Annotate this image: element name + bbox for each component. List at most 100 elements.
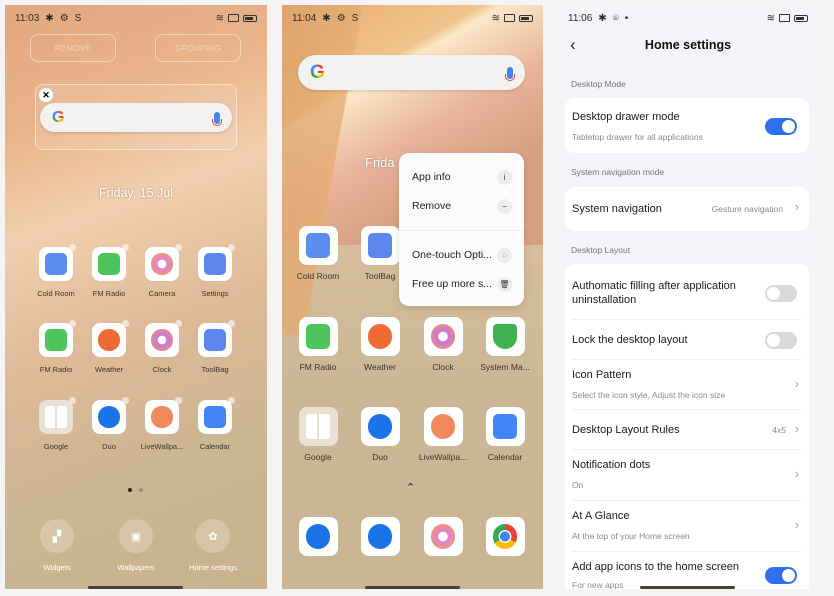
app-weather[interactable]: Weather <box>350 317 410 372</box>
add-app-icons-row[interactable]: Add app icons to the home screen For new… <box>572 560 802 589</box>
app-tile[interactable] <box>198 397 235 434</box>
app-phone[interactable] <box>288 517 348 556</box>
app-radio[interactable]: FM Radio <box>79 244 139 298</box>
page-indicator[interactable] <box>128 488 143 492</box>
home-indicator[interactable] <box>365 586 460 589</box>
notification-dot <box>69 397 76 404</box>
menu-item-label: Remove <box>412 200 452 212</box>
search-widget-frame[interactable]: ✕ G <box>35 84 237 150</box>
weather-icon <box>367 324 393 349</box>
app-tile[interactable] <box>92 244 129 281</box>
app-chrome[interactable] <box>475 517 535 556</box>
app-tile[interactable] <box>360 317 400 356</box>
app-tile[interactable] <box>298 317 338 356</box>
app-tile[interactable] <box>39 320 76 357</box>
menu-item-free-up-space[interactable]: Free up more s... 🗑 <box>412 274 512 294</box>
app-tile[interactable] <box>92 320 129 357</box>
duo-icon <box>98 406 120 428</box>
app-duo[interactable]: Duo <box>350 407 410 462</box>
desktop-drawer-toggle[interactable] <box>765 118 797 135</box>
home-indicator[interactable] <box>640 586 735 589</box>
lock-layout-row[interactable]: Lock the desktop layout <box>572 332 802 349</box>
app-paint-roller[interactable]: LiveWallpa... <box>132 397 192 451</box>
google-search-bar[interactable]: G <box>40 103 232 132</box>
radio-icon <box>98 253 120 275</box>
app-tile[interactable] <box>145 320 182 357</box>
menu-item-remove[interactable]: Remove − <box>412 196 512 216</box>
app-google-folder[interactable]: Google <box>26 397 86 451</box>
page-dot-active[interactable] <box>128 488 132 492</box>
app-label: Duo <box>372 452 388 462</box>
app-tile[interactable] <box>145 397 182 434</box>
app-tile[interactable] <box>298 226 338 265</box>
action-circle[interactable]: ▞ <box>40 519 74 553</box>
home-indicator[interactable] <box>88 586 183 589</box>
mic-icon[interactable] <box>212 111 222 126</box>
auto-fill-toggle[interactable] <box>765 285 797 302</box>
app-tile[interactable] <box>298 407 338 446</box>
app-tile[interactable] <box>298 517 338 556</box>
page-dot[interactable] <box>139 488 143 492</box>
app-camera[interactable] <box>413 517 473 556</box>
app-shield[interactable]: System Ma... <box>475 317 535 372</box>
app-cube[interactable]: Cold Room <box>288 226 348 281</box>
action-widgets[interactable]: ▞ Widgets <box>22 519 92 572</box>
app-radio[interactable]: FM Radio <box>26 320 86 374</box>
auto-fill-row[interactable]: Authomatic filling after application uni… <box>572 279 802 309</box>
app-tile[interactable] <box>145 244 182 281</box>
app-tile[interactable] <box>423 317 463 356</box>
app-calendar[interactable]: Calendar <box>185 397 245 451</box>
app-drawer-chevron-up-icon[interactable]: ⌃ <box>406 481 415 494</box>
app-tile[interactable] <box>485 517 525 556</box>
app-google-folder[interactable]: Google <box>288 407 348 462</box>
menu-item-one-touch-optimize[interactable]: One-touch Opti... ◌ <box>412 245 512 265</box>
app-messages[interactable] <box>350 517 410 556</box>
home-settings-screen: 11:06 ✱ ⌾ • ≋ ‹ Home settings Desktop Mo… <box>558 5 818 589</box>
action-circle[interactable]: ✿ <box>196 519 230 553</box>
app-tile[interactable] <box>360 407 400 446</box>
app-calendar[interactable]: Calendar <box>475 407 535 462</box>
remove-button[interactable]: REMOVE <box>30 34 116 62</box>
app-tile[interactable] <box>92 397 129 434</box>
app-tile[interactable] <box>360 517 400 556</box>
lock-layout-toggle[interactable] <box>765 332 797 349</box>
at-a-glance-row[interactable]: At A Glance At the top of your Home scre… <box>572 509 802 545</box>
app-duo[interactable]: Duo <box>79 397 139 451</box>
notification-dots-row[interactable]: Notification dots On › <box>572 458 802 494</box>
status-time: 11:06 <box>568 12 593 24</box>
app-tile[interactable] <box>198 320 235 357</box>
icon-pattern-row[interactable]: Icon Pattern Select the icon style, Adju… <box>572 368 802 404</box>
app-camera[interactable]: Camera <box>132 244 192 298</box>
menu-item-label: App info <box>412 171 451 183</box>
desktop-drawer-card[interactable]: Desktop drawer mode Tabletop drawer for … <box>565 98 809 153</box>
google-search-bar[interactable]: G <box>298 55 525 90</box>
app-tile[interactable] <box>39 397 76 434</box>
action-gear[interactable]: ✿ Home settings <box>178 519 248 572</box>
app-tile[interactable] <box>485 317 525 356</box>
app-tile[interactable] <box>39 244 76 281</box>
action-wallpaper[interactable]: ▣ Wallpapers <box>101 519 171 572</box>
app-clock[interactable]: Clock <box>413 317 473 372</box>
app-settings[interactable]: Settings <box>185 244 245 298</box>
system-navigation-row[interactable]: System navigation Gesture navigation › <box>565 187 809 231</box>
app-tile[interactable] <box>423 517 463 556</box>
app-paint-roller[interactable]: LiveWallpa... <box>413 407 473 462</box>
app-toolbag[interactable]: ToolBag <box>185 320 245 374</box>
app-radio[interactable]: FM Radio <box>288 317 348 372</box>
add-app-icons-toggle[interactable] <box>765 567 797 584</box>
app-cube[interactable]: Cold Room <box>26 244 86 298</box>
app-tile[interactable] <box>485 407 525 446</box>
app-tile[interactable] <box>198 244 235 281</box>
close-icon[interactable]: ✕ <box>39 88 53 102</box>
mic-icon[interactable] <box>505 66 515 81</box>
app-tile[interactable] <box>423 407 463 446</box>
action-circle[interactable]: ▣ <box>119 519 153 553</box>
desktop-layout-rules-row[interactable]: Desktop Layout Rules 4x5 › <box>572 421 802 439</box>
grouping-button[interactable]: GROUPING <box>155 34 241 62</box>
toolbag-icon <box>367 233 393 258</box>
notification-dot <box>228 397 235 404</box>
app-weather[interactable]: Weather <box>79 320 139 374</box>
menu-item-app-info[interactable]: App info i <box>412 167 512 187</box>
app-tile[interactable] <box>360 226 400 265</box>
app-clock[interactable]: Clock <box>132 320 192 374</box>
